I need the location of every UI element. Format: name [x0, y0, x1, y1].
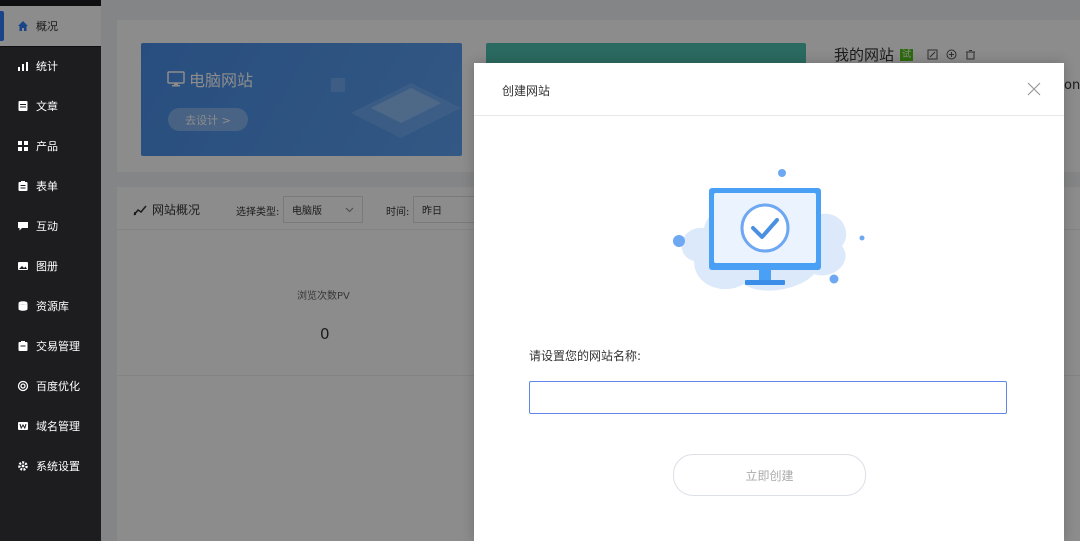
sidebar-item-stats[interactable]: 统计 [0, 46, 101, 86]
sidebar-item-gallery[interactable]: 图册 [0, 246, 101, 286]
gallery-icon [16, 259, 30, 273]
order-icon [16, 339, 30, 353]
product-icon [16, 139, 30, 153]
sidebar-item-resources[interactable]: 资源库 [0, 286, 101, 326]
sidebar-item-label: 系统设置 [36, 460, 80, 473]
sidebar-item-settings[interactable]: 系统设置 [0, 446, 101, 486]
sidebar-item-label: 表单 [36, 180, 58, 193]
domain-icon [16, 419, 30, 433]
sidebar-overlay [0, 0, 101, 47]
modal-title: 创建网站 [502, 84, 551, 98]
site-name-prompt: 请设置您的网站名称: [529, 349, 642, 363]
sidebar-item-seo[interactable]: 百度优化 [0, 366, 101, 406]
article-icon [16, 99, 30, 113]
sidebar-item-articles[interactable]: 文章 [0, 86, 101, 126]
seo-icon [16, 379, 30, 393]
sidebar-item-forms[interactable]: 表单 [0, 166, 101, 206]
site-name-input[interactable] [529, 381, 1007, 414]
close-icon [1027, 82, 1041, 96]
chart-icon [16, 59, 30, 73]
sidebar: 概况 统计 文章 产品 表单 互动 图册 资源库 交易管理 百度优化 域名管理 [0, 0, 101, 541]
create-now-button[interactable]: 立即创建 [673, 454, 866, 496]
database-icon [16, 299, 30, 313]
sidebar-item-domains[interactable]: 域名管理 [0, 406, 101, 446]
sidebar-item-label: 互动 [36, 220, 58, 233]
create-site-modal: 创建网站 请设置您的网站名称: 立即创建 [474, 63, 1064, 541]
sidebar-item-interaction[interactable]: 互动 [0, 206, 101, 246]
modal-header: 创建网站 [474, 63, 1064, 116]
form-icon [16, 179, 30, 193]
sidebar-item-label: 资源库 [36, 300, 69, 313]
sidebar-item-label: 产品 [36, 140, 58, 153]
gear-icon [16, 459, 30, 473]
chat-icon [16, 219, 30, 233]
sidebar-item-orders[interactable]: 交易管理 [0, 326, 101, 366]
sidebar-item-label: 统计 [36, 60, 58, 73]
sidebar-item-label: 图册 [36, 260, 58, 273]
monitor-check-illustration [673, 169, 865, 291]
close-button[interactable] [1022, 77, 1046, 101]
sidebar-item-label: 文章 [36, 100, 58, 113]
sidebar-item-label: 域名管理 [36, 420, 80, 433]
sidebar-item-products[interactable]: 产品 [0, 126, 101, 166]
sidebar-item-label: 百度优化 [36, 380, 80, 393]
sidebar-item-label: 交易管理 [36, 340, 80, 353]
